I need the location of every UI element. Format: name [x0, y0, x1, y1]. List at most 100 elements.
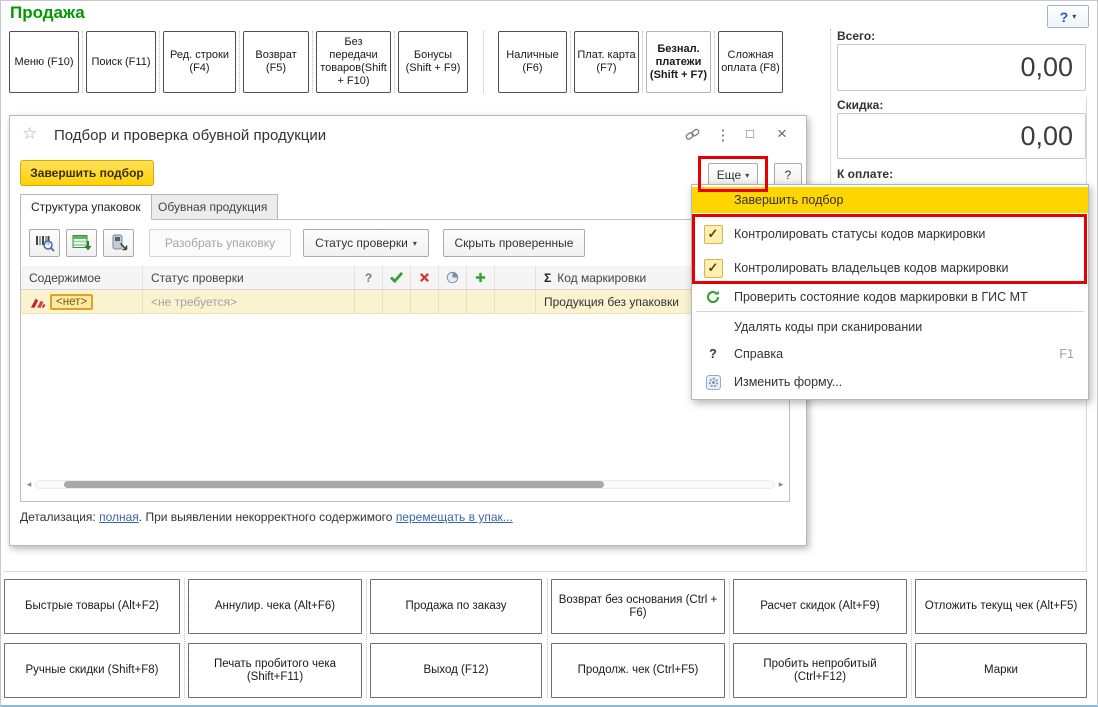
- total-label: Всего:: [837, 29, 876, 43]
- detail-footer: Детализация: полная. При выявлении некор…: [20, 510, 513, 524]
- col-header-failed[interactable]: [411, 266, 439, 290]
- check-status-dropdown[interactable]: Статус проверки ▾: [303, 229, 429, 257]
- print-receipt-button[interactable]: Печать пробитого чека (Shift+F11): [188, 643, 362, 698]
- chevron-down-icon: ▾: [1072, 12, 1077, 21]
- global-help-button[interactable]: ? ▾: [1047, 5, 1089, 28]
- page-title: Продажа: [10, 3, 85, 22]
- row-cell-content[interactable]: <нет>: [21, 290, 143, 314]
- exit-button[interactable]: Выход (F12): [370, 643, 542, 698]
- data-terminal-button[interactable]: [103, 229, 134, 257]
- scrollbar-thumb[interactable]: [64, 481, 604, 488]
- cashless-button[interactable]: Безнал. платежи (Shift + F7): [646, 31, 711, 93]
- discount-field[interactable]: 0,00: [837, 113, 1086, 159]
- load-rows-button[interactable]: [66, 229, 97, 257]
- detail-label: Детализация:: [20, 510, 96, 524]
- scrollbar-track[interactable]: [35, 480, 775, 489]
- stamps-button[interactable]: Марки: [915, 643, 1087, 698]
- no-transfer-button[interactable]: Без передачи товаров(Shift + F10): [316, 31, 391, 93]
- chevron-down-icon: ▾: [745, 170, 750, 180]
- return-button[interactable]: Возврат (F5): [243, 31, 309, 93]
- more-button-label: Еще: [716, 168, 742, 182]
- help-icon: ?: [709, 347, 717, 361]
- menu-button[interactable]: Меню (F10): [9, 31, 79, 93]
- horizontal-scrollbar[interactable]: ◂ ▸: [23, 478, 787, 491]
- quick-goods-button[interactable]: Быстрые товары (Alt+F2): [4, 579, 180, 634]
- tab-footwear-products[interactable]: Обувная продукция: [147, 194, 279, 220]
- menu-item-delete-codes[interactable]: Удалять коды при сканировании: [692, 314, 1088, 340]
- total-field[interactable]: 0,00: [837, 44, 1086, 91]
- favorite-star-icon[interactable]: ☆: [22, 124, 37, 144]
- kebab-menu-icon[interactable]: ⋮: [713, 126, 733, 144]
- calc-discounts-button[interactable]: Расчет скидок (Alt+F9): [733, 579, 907, 634]
- col-header-marking-label: Код маркировки: [557, 270, 647, 285]
- checkbox-checked-icon[interactable]: ✓: [703, 224, 723, 244]
- menu-item-label: Проверить состояние кодов маркировки в Г…: [734, 290, 1028, 304]
- hide-checked-button[interactable]: Скрыть проверенные: [443, 229, 585, 257]
- row-cell-checked[interactable]: [383, 290, 411, 314]
- row-cell-added[interactable]: [467, 290, 495, 314]
- dialog-title: Подбор и проверка обувной продукции: [54, 127, 327, 144]
- bottom-separator: [729, 579, 730, 698]
- total-value: 0,00: [1020, 52, 1073, 82]
- col-header-status[interactable]: Статус проверки: [143, 266, 355, 290]
- toolbar-separator: [239, 31, 240, 93]
- row-content-value[interactable]: <нет>: [50, 293, 94, 310]
- row-cell-empty[interactable]: [495, 290, 536, 314]
- plus-icon: [475, 272, 486, 283]
- menu-item-label: Контролировать статусы кодов маркировки: [734, 227, 986, 241]
- manual-discounts-button[interactable]: Ручные скидки (Shift+F8): [4, 643, 180, 698]
- scroll-left-icon[interactable]: ◂: [23, 479, 35, 490]
- bottom-separator: [911, 579, 912, 698]
- sale-by-order-button[interactable]: Продажа по заказу: [370, 579, 542, 634]
- get-link-icon[interactable]: [682, 128, 702, 145]
- shoes-icon: [30, 298, 46, 308]
- tab-package-structure[interactable]: Структура упаковок: [20, 194, 152, 220]
- col-header-added[interactable]: [467, 266, 495, 290]
- cash-button[interactable]: Наличные (F6): [498, 31, 567, 93]
- table-load-icon: [72, 235, 91, 251]
- bottom-separator: [547, 579, 548, 698]
- pos-sale-window: Продажа ? ▾ Меню (F10) Поиск (F11) Ред. …: [0, 0, 1098, 707]
- menu-item-check-gis-mt[interactable]: Проверить состояние кодов маркировки в Г…: [692, 285, 1088, 309]
- restore-window-icon[interactable]: □: [740, 126, 760, 141]
- menu-item-label: Справка: [734, 347, 784, 361]
- row-cell-pending[interactable]: [439, 290, 467, 314]
- complex-pay-button[interactable]: Сложная оплата (F8): [718, 31, 783, 93]
- checkbox-checked-icon[interactable]: ✓: [703, 258, 723, 278]
- col-header-pending[interactable]: [439, 266, 467, 290]
- row-cell-status[interactable]: <не требуется>: [143, 290, 355, 314]
- continue-receipt-button[interactable]: Продолж. чек (Ctrl+F5): [551, 643, 725, 698]
- menu-separator: [696, 311, 1084, 312]
- scan-barcode-button[interactable]: [29, 229, 60, 257]
- edit-row-button[interactable]: Ред. строки (F4): [163, 31, 236, 93]
- col-header-question[interactable]: ?: [355, 266, 383, 290]
- search-button[interactable]: Поиск (F11): [86, 31, 156, 93]
- toolbar-separator: [483, 31, 484, 93]
- menu-item-finish-selection[interactable]: Завершить подбор: [692, 187, 1088, 213]
- toolbar-separator: [82, 31, 83, 93]
- toolbar-separator: [714, 31, 715, 93]
- return-no-basis-button[interactable]: Возврат без основания (Ctrl + F6): [551, 579, 725, 634]
- row-cell-failed[interactable]: [411, 290, 439, 314]
- menu-item-control-owners[interactable]: ✓ Контролировать владельцев кодов маркир…: [692, 251, 1088, 285]
- hold-receipt-button[interactable]: Отложить текущ чек (Alt+F5): [915, 579, 1087, 634]
- void-receipt-button[interactable]: Аннулир. чека (Alt+F6): [188, 579, 362, 634]
- row-cell-question[interactable]: [355, 290, 383, 314]
- scroll-right-icon[interactable]: ▸: [775, 479, 787, 490]
- card-button[interactable]: Плат. карта (F7): [574, 31, 639, 93]
- menu-item-change-form[interactable]: Изменить форму...: [692, 368, 1088, 396]
- punch-unpunched-button[interactable]: Пробить непробитый (Ctrl+F12): [733, 643, 907, 698]
- move-to-package-link[interactable]: перемещать в упак...: [396, 510, 513, 524]
- bottom-separator: [366, 579, 367, 698]
- menu-item-control-statuses[interactable]: ✓ Контролировать статусы кодов маркировк…: [692, 217, 1088, 251]
- detail-level-link[interactable]: полная: [99, 510, 139, 524]
- col-header-empty[interactable]: [495, 266, 536, 290]
- bonuses-button[interactable]: Бонусы (Shift + F9): [398, 31, 468, 93]
- finish-selection-button[interactable]: Завершить подбор: [20, 160, 154, 186]
- menu-item-help[interactable]: ? Справка F1: [692, 340, 1088, 368]
- close-icon[interactable]: ×: [772, 124, 792, 144]
- col-header-checked[interactable]: [383, 266, 411, 290]
- toolbar-separator: [312, 31, 313, 93]
- terminal-device-icon: [112, 234, 127, 251]
- col-header-content[interactable]: Содержимое: [21, 266, 143, 290]
